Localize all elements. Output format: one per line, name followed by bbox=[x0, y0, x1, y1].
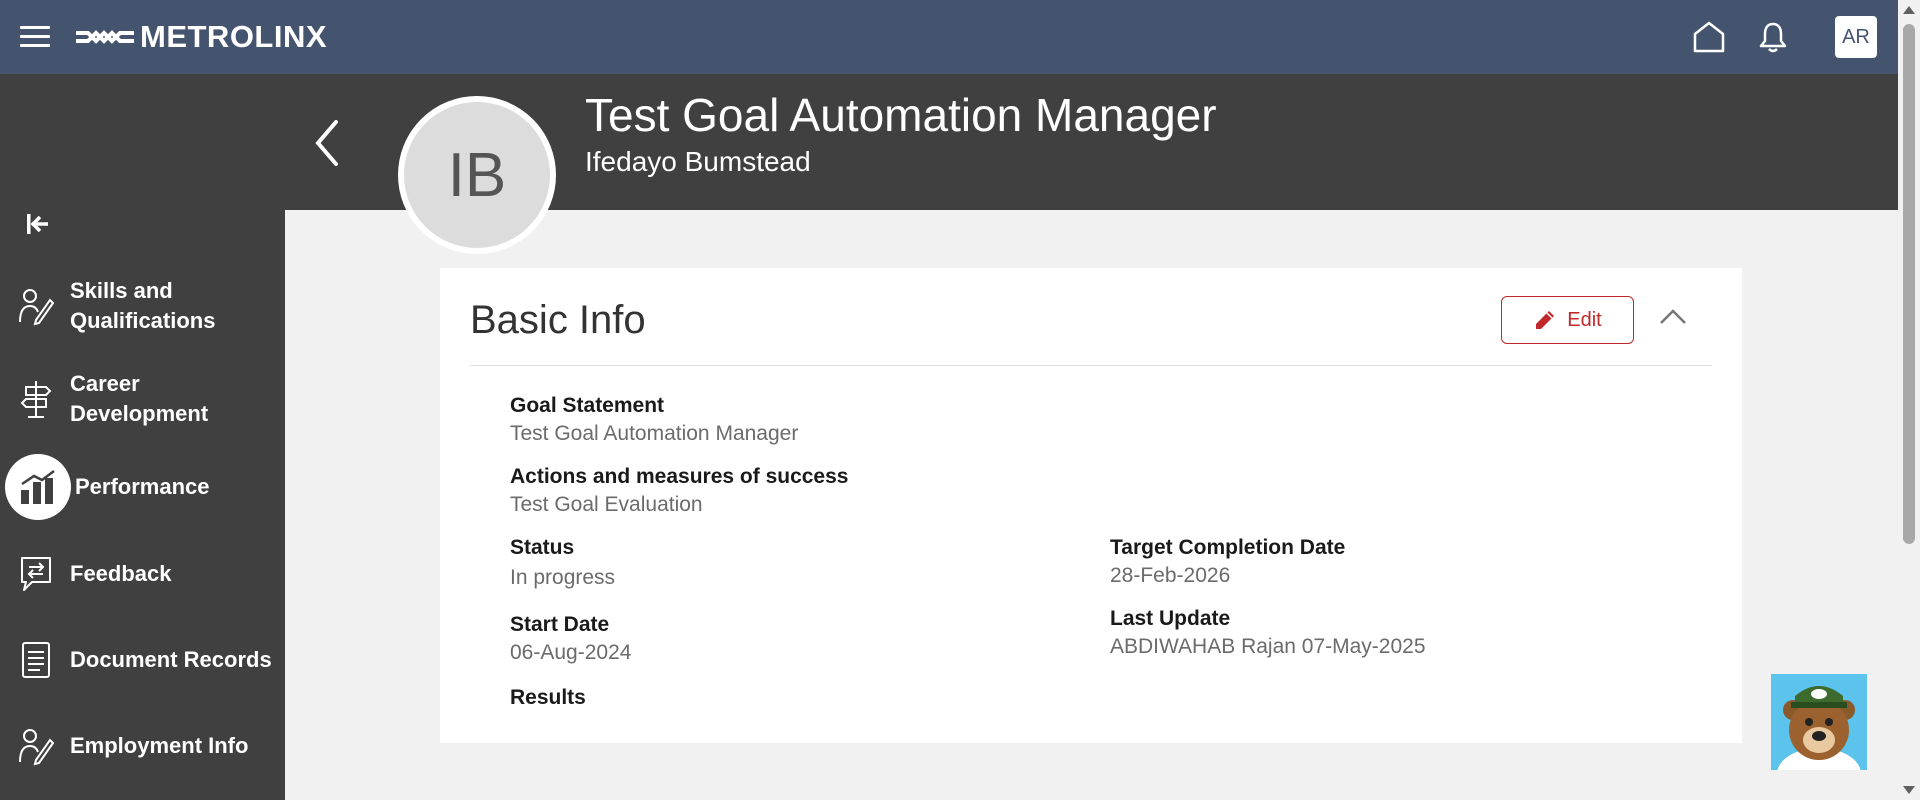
goal-owner-avatar: IB bbox=[398, 96, 556, 254]
page-title: Test Goal Automation Manager bbox=[585, 89, 1217, 141]
bell-icon[interactable] bbox=[1754, 18, 1792, 56]
top-bar: METROLINX AR bbox=[0, 0, 1898, 74]
status-value: In progress bbox=[510, 566, 616, 589]
sidebar-item-employment[interactable]: Employment Info bbox=[0, 724, 285, 768]
sidebar-item-label: Performance bbox=[75, 474, 210, 499]
target-date-label: Target Completion Date bbox=[1110, 536, 1346, 559]
basic-info-card: Basic Info Edit Goal Statement Test Goal… bbox=[440, 268, 1742, 743]
divider bbox=[470, 365, 1712, 366]
back-arrow-icon[interactable] bbox=[312, 118, 344, 168]
user-avatar-button[interactable]: AR bbox=[1835, 16, 1877, 58]
last-update-label: Last Update bbox=[1110, 607, 1231, 630]
sidebar-item-label: Employment Info bbox=[70, 733, 249, 758]
main-content: Basic Info Edit Goal Statement Test Goal… bbox=[285, 210, 1898, 800]
metrolinx-logo[interactable]: METROLINX bbox=[74, 18, 327, 56]
start-date-value: 06-Aug-2024 bbox=[510, 641, 632, 664]
collapse-section-chevron-up-icon[interactable] bbox=[1658, 306, 1688, 328]
home-icon[interactable] bbox=[1690, 18, 1728, 56]
feedback-icon bbox=[18, 554, 54, 594]
menu-icon[interactable] bbox=[20, 26, 50, 48]
actions-value: Test Goal Evaluation bbox=[510, 493, 703, 516]
scroll-thumb[interactable] bbox=[1903, 24, 1915, 544]
actions-label: Actions and measures of success bbox=[510, 465, 849, 488]
sidebar-item-skills[interactable]: Skills and Qualifications bbox=[0, 274, 285, 338]
sidebar-item-label: Skills and Qualifications bbox=[70, 278, 216, 333]
status-label: Status bbox=[510, 536, 575, 559]
page-subtitle: Ifedayo Bumstead bbox=[585, 146, 811, 177]
results-label: Results bbox=[510, 686, 586, 709]
start-date-label: Start Date bbox=[510, 613, 610, 636]
brand-name: METROLINX bbox=[140, 19, 328, 54]
sidebar-item-label: Document Records bbox=[70, 647, 272, 672]
last-update-value: ABDIWAHAB Rajan 07-May-2025 bbox=[1110, 635, 1426, 658]
chat-assistant-bear-icon[interactable] bbox=[1771, 674, 1867, 770]
sidebar-item-career[interactable]: Career Development bbox=[0, 367, 285, 431]
scroll-down-arrow-icon[interactable] bbox=[1903, 786, 1915, 794]
goal-statement-value: Test Goal Automation Manager bbox=[510, 422, 799, 445]
card-title: Basic Info bbox=[470, 298, 646, 342]
document-icon bbox=[18, 640, 54, 680]
bar-chart-icon bbox=[5, 454, 71, 520]
scroll-up-arrow-icon[interactable] bbox=[1903, 6, 1915, 14]
sidebar-item-feedback[interactable]: Feedback bbox=[0, 552, 285, 596]
skills-icon bbox=[18, 286, 54, 326]
sidebar-item-documents[interactable]: Document Records bbox=[0, 638, 285, 682]
edit-label: Edit bbox=[1567, 308, 1602, 331]
sidebar-item-label: Career Development bbox=[70, 371, 209, 426]
goal-statement-label: Goal Statement bbox=[510, 394, 665, 417]
sidebar: Skills and Qualifications Career Develop… bbox=[0, 74, 285, 800]
page-scrollbar[interactable] bbox=[1898, 0, 1920, 800]
sidebar-item-performance[interactable]: Performance bbox=[0, 454, 285, 520]
signpost-icon bbox=[18, 379, 54, 419]
pencil-icon bbox=[1536, 311, 1555, 329]
employment-icon bbox=[18, 726, 54, 766]
edit-button[interactable]: Edit bbox=[1501, 296, 1634, 344]
collapse-sidebar-icon[interactable] bbox=[24, 210, 52, 238]
target-date-value: 28-Feb-2026 bbox=[1110, 564, 1231, 587]
sidebar-item-label: Feedback bbox=[70, 561, 172, 586]
logo-mark-icon bbox=[76, 30, 134, 44]
